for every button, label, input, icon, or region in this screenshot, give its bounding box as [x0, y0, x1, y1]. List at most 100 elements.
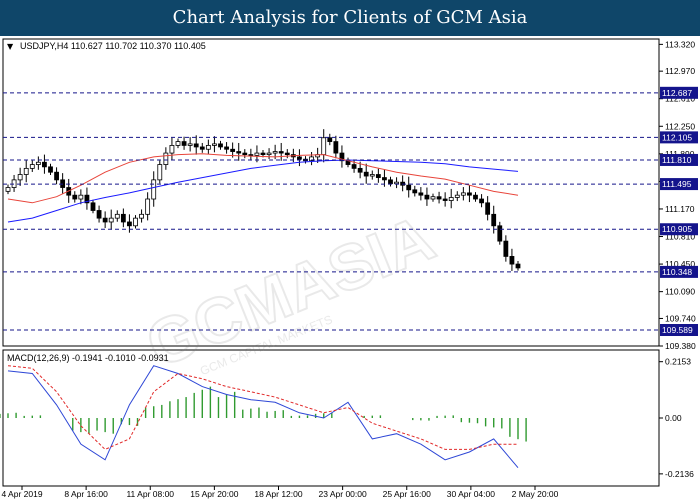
- candle-body: [17, 174, 23, 181]
- candle-body: [254, 152, 260, 156]
- candle-body: [248, 154, 254, 157]
- price-header-text: USDJPY,H4 110.627 110.702 110.370 110.40…: [20, 41, 206, 51]
- candle-body: [515, 263, 521, 269]
- time-tick-label: 11 Apr 08:00: [126, 489, 174, 499]
- candle-body: [424, 194, 430, 200]
- candle-body: [230, 148, 236, 152]
- candle-body: [157, 164, 163, 181]
- time-tick-label: 15 Apr 20:00: [190, 489, 238, 499]
- candle-body: [503, 240, 509, 257]
- candle-body: [297, 156, 302, 160]
- time-tick-label: 23 Apr 00:00: [319, 489, 367, 499]
- candle-body: [72, 194, 78, 200]
- candle-body: [436, 196, 442, 200]
- price-tick-label: 112.970: [665, 66, 695, 76]
- candle-body: [442, 198, 448, 201]
- candle-body: [430, 196, 436, 200]
- macd-tick-label: 0.00: [665, 413, 682, 423]
- candle-body: [266, 152, 272, 156]
- level-label: 112.687: [662, 88, 692, 98]
- candle-body: [357, 167, 363, 173]
- candle-body: [278, 151, 284, 154]
- candle-body: [133, 217, 138, 227]
- candle-body: [412, 189, 418, 194]
- candle-body: [139, 213, 144, 219]
- candle-body: [169, 145, 175, 154]
- price-tick-label: 112.250: [665, 121, 695, 131]
- candle-body: [29, 164, 35, 169]
- price-tick-label: 110.090: [665, 287, 695, 297]
- chart-canvas[interactable]: GCMASIA GCM CAPITAL MARKETS 109.380109.7…: [0, 36, 700, 500]
- candle-body: [479, 198, 484, 204]
- candle-body: [363, 171, 369, 177]
- macd-pane[interactable]: [2, 349, 660, 487]
- candle-body: [102, 217, 108, 223]
- candle-body: [485, 202, 491, 215]
- title-banner: Chart Analysis for Clients of GCM Asia: [0, 0, 700, 36]
- page-title: Chart Analysis for Clients of GCM Asia: [172, 7, 528, 28]
- candle-body: [181, 141, 187, 146]
- candle-body: [212, 143, 217, 146]
- candle-body: [23, 167, 29, 175]
- candle-body: [218, 143, 223, 148]
- candle-body: [54, 171, 59, 181]
- candle-body: [369, 174, 375, 177]
- candle-body: [418, 192, 424, 196]
- candle-body: [108, 217, 114, 223]
- time-tick-label: 4 Apr 2019: [1, 489, 42, 499]
- macd-tick-label: -0.2136: [665, 469, 694, 479]
- candle-body: [163, 152, 169, 165]
- time-tick-label: 2 May 20:00: [512, 489, 559, 499]
- candle-body: [382, 177, 387, 181]
- candle-body: [114, 213, 120, 219]
- candle-body: [448, 197, 454, 201]
- candle-body: [78, 194, 84, 200]
- candle-body: [42, 161, 47, 168]
- level-label: 111.810: [662, 155, 692, 165]
- candle-body: [260, 152, 266, 156]
- candle-body: [90, 202, 96, 211]
- price-tick-label: 111.170: [665, 204, 695, 214]
- candle-body: [151, 179, 157, 200]
- candle-body: [127, 221, 132, 227]
- candle-body: [5, 187, 11, 192]
- time-axis: 4 Apr 2019 8 Apr 16:00 11 Apr 08:00 15 Apr …: [1, 486, 559, 499]
- candle-body: [145, 198, 151, 215]
- candle-body: [454, 194, 460, 198]
- candle-body: [406, 184, 412, 191]
- candle-body: [224, 146, 229, 150]
- candle-body: [473, 194, 478, 200]
- candle-body: [491, 213, 497, 227]
- candle-body: [321, 137, 327, 156]
- candle-body: [333, 141, 339, 154]
- macd-header-text: MACD(12,26,9) -0.1941 -0.1010 -0.0931: [7, 353, 169, 363]
- candle-body: [497, 225, 503, 242]
- price-axis: 109.380109.740110.090110.450110.810111.1…: [659, 39, 696, 351]
- time-tick-label: 30 Apr 04:00: [447, 489, 495, 499]
- time-tick-label: 8 Apr 16:00: [64, 489, 108, 499]
- candle-body: [236, 151, 242, 154]
- price-tick-label: 109.740: [665, 313, 696, 323]
- candle-body: [351, 164, 357, 169]
- macd-axis: 0.2153 0.00 -0.2136: [659, 357, 694, 479]
- level-label: 110.348: [662, 267, 692, 277]
- candle-body: [175, 141, 181, 146]
- candle-body: [205, 145, 211, 150]
- candle-body: [509, 256, 515, 265]
- candle-body: [96, 210, 102, 219]
- level-label: 112.105: [662, 132, 692, 142]
- price-tick-label: 109.380: [665, 341, 696, 351]
- candle-body: [48, 166, 53, 173]
- level-label: 111.495: [662, 179, 692, 189]
- candle-body: [375, 174, 381, 178]
- level-label: 109.589: [662, 325, 693, 335]
- candle-body: [284, 152, 290, 156]
- candle-body: [327, 137, 333, 142]
- candle-body: [199, 146, 205, 150]
- chart-dropdown-icon[interactable]: ▼: [7, 42, 14, 51]
- candle-body: [120, 213, 126, 223]
- level-label: 110.905: [662, 224, 692, 234]
- macd-tick-label: 0.2153: [665, 357, 691, 367]
- candle-body: [460, 192, 466, 196]
- candle-body: [394, 181, 399, 185]
